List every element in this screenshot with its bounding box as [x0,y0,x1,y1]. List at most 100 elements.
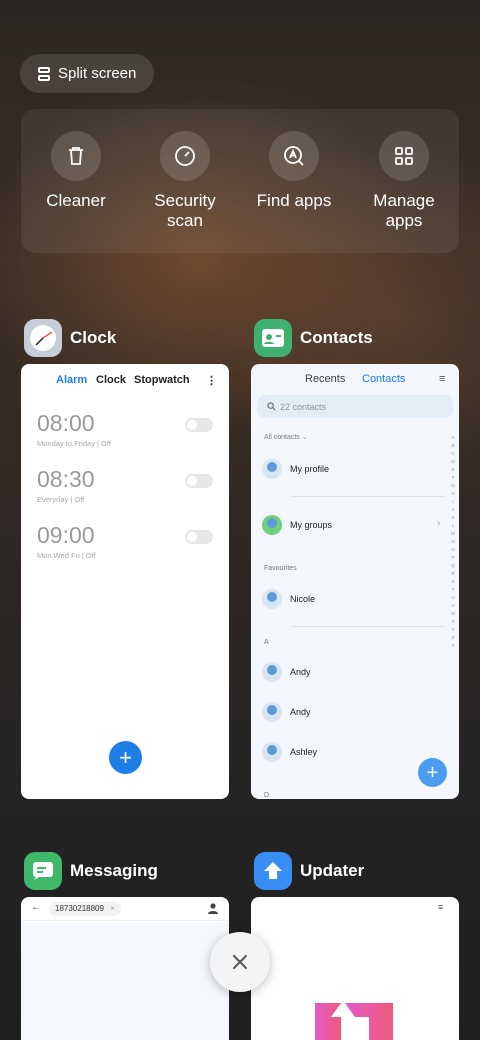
alphabet-index-letter[interactable]: B [449,442,457,450]
alarm-detail: Monday to Friday | Off [37,439,111,448]
cleaner-label: Cleaner [46,191,106,210]
menu-icon[interactable]: ≡ [439,373,445,385]
split-screen-label: Split screen [58,65,137,82]
menu-icon[interactable]: ≡ [438,902,443,912]
list-item[interactable]: Ashley [262,742,317,762]
alphabet-index-letter[interactable]: E [449,466,457,474]
security-scan-icon [160,131,210,181]
recipient-number: 18730218809 [55,904,104,913]
alphabet-index-letter[interactable]: R [449,570,457,578]
split-screen-icon [38,66,50,81]
cleaner-button[interactable]: Cleaner [26,131,126,211]
tab-alarm[interactable]: Alarm [56,374,87,386]
close-icon [233,955,247,969]
add-alarm-button[interactable]: + [109,741,142,774]
close-all-button[interactable] [210,932,270,992]
contacts-app-header[interactable]: Contacts [254,319,373,357]
alarm-toggle[interactable] [185,474,213,488]
contacts-filter[interactable]: All contacts ⌄ [264,433,308,441]
chevron-right-icon: › [437,518,441,529]
contact-name: Andy [290,707,311,717]
contacts-search-input[interactable]: 22 contacts [257,395,453,418]
alphabet-index-letter[interactable]: Q [449,562,457,570]
avatar [262,702,282,722]
updater-app-icon [254,852,292,890]
trash-icon [51,131,101,181]
divider [291,496,445,497]
tab-clock[interactable]: Clock [96,374,126,386]
alphabet-index-letter[interactable]: J [449,506,457,514]
list-item[interactable]: Nicole [262,589,315,609]
tab-contacts[interactable]: Contacts [362,373,405,385]
divider [291,626,445,627]
miui-logo-icon [315,1003,393,1040]
avatar [262,459,282,479]
alphabet-index-letter[interactable]: U [449,594,457,602]
back-arrow-icon[interactable]: ← [31,902,41,913]
alphabet-index[interactable]: A B C D E F G H I J K L M N O P Q R S T U V W X Y Z # [449,434,457,650]
alphabet-index-letter[interactable]: # [449,642,457,650]
search-placeholder: 22 contacts [280,401,327,412]
alphabet-index-letter[interactable]: N [449,538,457,546]
alarm-item[interactable]: 09:00 Mon Wed Fri | Off [37,522,213,560]
contacts-app-card[interactable]: Recents Contacts ≡ 22 contacts All conta… [251,364,459,799]
add-contact-button[interactable]: + [418,758,447,787]
alphabet-index-letter[interactable]: G [449,482,457,490]
contact-icon[interactable] [208,903,218,914]
alphabet-index-letter[interactable]: F [449,474,457,482]
tab-recents[interactable]: Recents [305,373,345,385]
alphabet-index-letter[interactable]: T [449,586,457,594]
find-apps-button[interactable]: Find apps [244,131,344,211]
alphabet-index-letter[interactable]: H [449,490,457,498]
recipient-chip[interactable]: 18730218809 × [49,902,121,916]
alphabet-index-letter[interactable]: W [449,610,457,618]
more-menu-icon[interactable]: ⋮ [206,374,217,387]
alarm-item[interactable]: 08:00 Monday to Friday | Off [37,410,213,448]
alarm-item[interactable]: 08:30 Everyday | Off [37,466,213,504]
alphabet-index-letter[interactable]: K [449,514,457,522]
manage-apps-button[interactable]: Manage apps [354,131,454,231]
alphabet-index-letter[interactable]: O [449,546,457,554]
security-scan-button[interactable]: Security scan [135,131,235,231]
alarm-toggle[interactable] [185,418,213,432]
alphabet-index-letter[interactable]: D [449,458,457,466]
avatar [262,662,282,682]
alphabet-index-letter[interactable]: X [449,618,457,626]
close-icon[interactable]: × [110,904,115,913]
list-item[interactable]: Andy [262,702,311,722]
alphabet-index-letter[interactable]: Y [449,626,457,634]
list-item[interactable]: Andy [262,662,311,682]
filter-label: All contacts [264,434,300,441]
contact-name: Andy [290,667,311,677]
alphabet-index-letter[interactable]: I [449,498,457,506]
my-profile-row[interactable]: My profile [262,459,329,479]
alphabet-index-letter[interactable]: V [449,602,457,610]
updater-app-header[interactable]: Updater [254,852,364,890]
clock-app-header[interactable]: Clock [24,319,116,357]
messaging-app-card[interactable]: ← 18730218809 × [21,897,229,1040]
my-groups-label: My groups [290,520,333,530]
message-area [21,922,229,1040]
alphabet-index-letter[interactable]: C [449,450,457,458]
alphabet-index-letter[interactable]: M [449,530,457,538]
find-apps-label: Find apps [256,191,332,210]
my-groups-row[interactable]: My groups [262,515,445,535]
manage-apps-label: Manage apps [373,191,435,230]
alphabet-index-letter[interactable]: S [449,578,457,586]
alphabet-index-letter[interactable]: A [449,434,457,442]
groups-icon [262,515,282,535]
tab-stopwatch[interactable]: Stopwatch [134,374,190,386]
messaging-toolbar: ← 18730218809 × [21,897,229,921]
clock-tabs: Alarm Clock Stopwatch ⋮ [21,374,229,390]
alarm-detail: Mon Wed Fri | Off [37,551,96,560]
split-screen-button[interactable]: Split screen [20,54,154,93]
messaging-app-header[interactable]: Messaging [24,852,158,890]
alarm-toggle[interactable] [185,530,213,544]
alphabet-index-letter[interactable]: P [449,554,457,562]
alphabet-index-letter[interactable]: Z [449,634,457,642]
updater-app-card[interactable]: ≡ [251,897,459,1040]
search-icon [267,402,276,411]
avatar [262,589,282,609]
alphabet-index-letter[interactable]: L [449,522,457,530]
clock-app-card[interactable]: Alarm Clock Stopwatch ⋮ 08:00 Monday to … [21,364,229,799]
